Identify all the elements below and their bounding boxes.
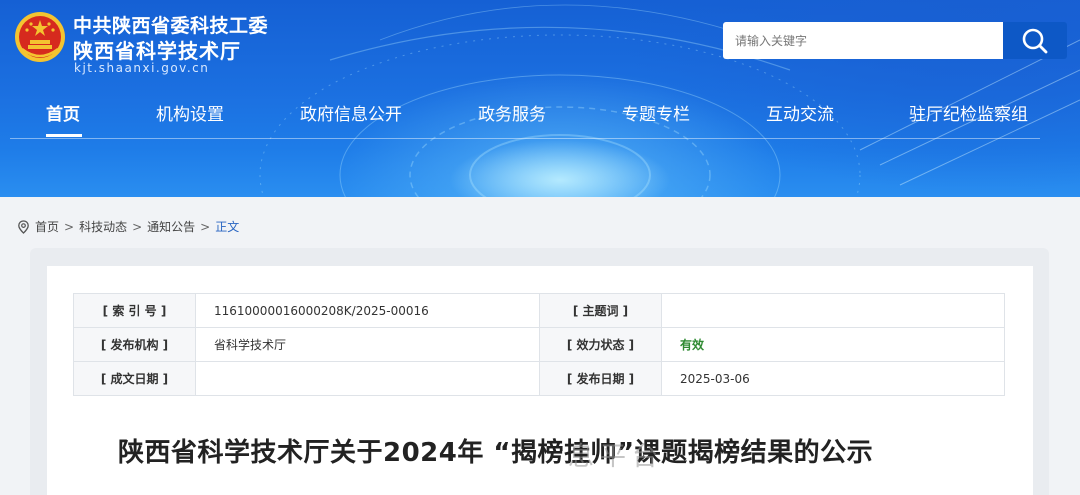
nav-item-home[interactable]: 首页 [46,100,80,125]
keyword-value [661,293,1005,328]
publisher-label: [ 发布机构 ] [73,327,196,362]
org-name-committee: 中共陕西省委科技工委 [73,15,269,37]
publisher-value: 省科学技术厅 [195,327,540,362]
article-title: 陕西省科学技术厅关于2024年 “揭榜挂帅”课题揭榜结果的公示 [118,438,874,468]
created-date-value [195,361,540,396]
status-value: 有效 [661,327,1005,362]
breadcrumb-home[interactable]: 首页 [35,218,59,235]
header-banner: 中共陕西省委科技工委 陕西省科学技术厅 kjt.shaanxi.gov.cn 首… [0,0,1080,197]
index-value: 11610000016000208K/2025-00016 [195,293,540,328]
breadcrumb-separator: > [64,219,75,234]
nav-item-interaction[interactable]: 互动交流 [766,100,834,125]
table-row: [ 发布机构 ] 省科学技术厅 [ 效力状态 ] 有效 [73,327,1005,362]
document-meta-table: [ 索 引 号 ] 11610000016000208K/2025-00016 … [73,293,1005,396]
location-pin-icon [18,219,29,234]
breadcrumb: 首页 > 科技动态 > 通知公告 > 正文 [17,218,239,235]
search-input[interactable] [723,22,1003,59]
status-label: [ 效力状态 ] [539,327,662,362]
breadcrumb-tech-news[interactable]: 科技动态 [79,218,127,235]
breadcrumb-current: 正文 [215,220,240,234]
published-date-label: [ 发布日期 ] [539,361,662,396]
nav-item-gov-info[interactable]: 政府信息公开 [300,100,402,125]
table-row: [ 索 引 号 ] 11610000016000208K/2025-00016 … [73,293,1005,328]
nav-item-organization[interactable]: 机构设置 [156,100,224,125]
nav-item-discipline[interactable]: 驻厅纪检监察组 [909,100,1028,125]
table-row: [ 成文日期 ] [ 发布日期 ] 2025-03-06 [73,361,1005,396]
breadcrumb-notices[interactable]: 通知公告 [147,218,195,235]
site-domain: kjt.shaanxi.gov.cn [74,61,210,75]
nav-item-services[interactable]: 政务服务 [478,100,546,125]
created-date-label: [ 成文日期 ] [73,361,196,396]
nav-active-indicator [46,134,82,137]
breadcrumb-separator: > [200,219,211,234]
index-label: [ 索 引 号 ] [73,293,196,328]
nav-divider [10,138,1040,139]
nav-item-topics[interactable]: 专题专栏 [622,100,690,125]
keyword-label: [ 主题词 ] [539,293,662,328]
published-date-value: 2025-03-06 [661,361,1005,396]
search-button[interactable] [1003,22,1067,59]
breadcrumb-separator: > [132,219,143,234]
search-icon [1022,28,1048,53]
national-emblem-icon [15,12,65,62]
org-name-department: 陕西省科学技术厅 [73,39,241,63]
watermark-text: 息平台 [568,442,665,472]
